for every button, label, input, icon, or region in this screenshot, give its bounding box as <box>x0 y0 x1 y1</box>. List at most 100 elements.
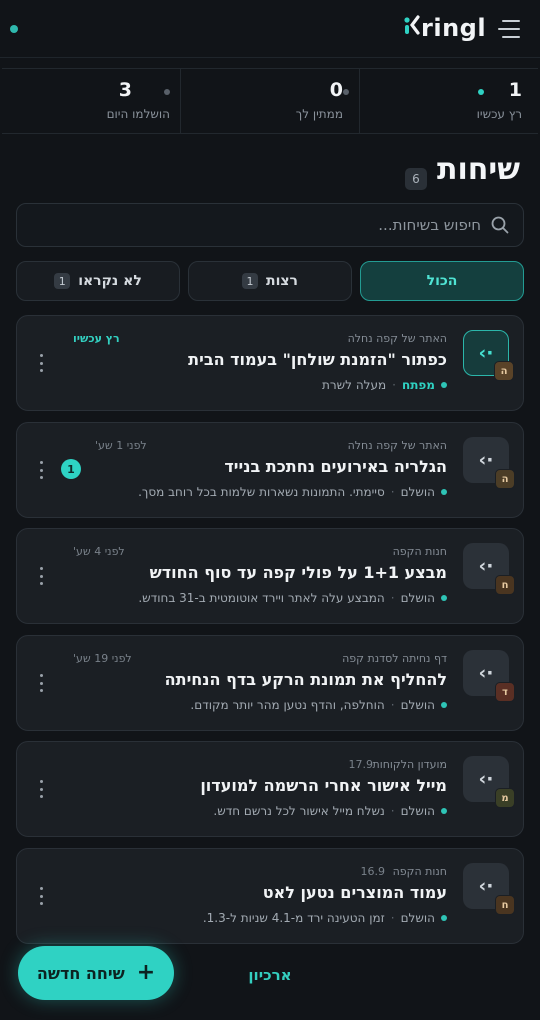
card-project: האתר של קפה נחלה <box>347 439 447 452</box>
card-time: לפני 19 שע' <box>73 652 132 665</box>
card-status: הושלם <box>400 911 435 925</box>
card-subtitle: הושלם · זמן הטעינה ירד מ-4.1 שניות ל-1.3… <box>203 911 447 925</box>
unread-count-badge: 1 <box>61 459 81 479</box>
conversation-card[interactable]: ‹· ח חנות הקפה 16.9 עמוד המוצרים נטען לא… <box>16 848 524 944</box>
status-dot <box>441 382 447 388</box>
card-time: לפני 4 שע' <box>73 545 125 558</box>
stat-completed[interactable]: 3 הושלמו היום <box>2 69 180 133</box>
hamburger-menu-icon[interactable] <box>498 20 520 38</box>
card-time: 17.9 <box>348 758 374 771</box>
tab-running-badge: 1 <box>242 273 259 289</box>
project-letter-badge: ה <box>494 361 514 381</box>
tab-running-label: רצות <box>266 273 298 289</box>
stat-running-dot <box>478 89 484 95</box>
agent-icon: ‹· <box>478 875 494 897</box>
more-options-icon[interactable] <box>37 780 45 798</box>
search-box <box>16 203 524 247</box>
tab-unread[interactable]: לא נקראו 1 <box>16 261 180 301</box>
search-icon <box>491 216 509 234</box>
stat-waiting-label: ממתין לך <box>295 107 343 121</box>
card-status: הושלם <box>400 804 435 818</box>
card-time: לפני 1 שע' <box>95 439 147 452</box>
card-project: חנות הקפה <box>392 865 447 878</box>
card-summary: זמן הטעינה ירד מ-4.1 שניות ל-1.3. <box>202 911 385 925</box>
tab-running[interactable]: רצות 1 <box>188 261 352 301</box>
top-bar: ringl <box>0 0 540 58</box>
agent-avatar: ‹· ח <box>463 543 515 595</box>
status-dot <box>441 595 447 601</box>
more-options-icon[interactable] <box>37 354 45 372</box>
card-time: רץ עכשיו <box>73 332 120 345</box>
card-summary: המבצע עלה לאתר ויירד אוטומטית ב-31 בחודש… <box>138 591 385 605</box>
card-title: עמוד המוצרים נטען לאט <box>262 883 447 902</box>
project-letter-badge: ה <box>495 469 515 489</box>
conversation-card[interactable]: ‹· מ מועדון הלקוחות 17.9 מייל אישור אחרי… <box>16 741 524 837</box>
card-subtitle: מפתח · מעלה לשרת <box>322 378 447 392</box>
separator: · <box>392 378 396 392</box>
tab-unread-label: לא נקראו <box>78 273 142 289</box>
card-title: כפתור "הזמנת שולחן" בעמוד הבית <box>188 350 447 369</box>
agent-icon: ‹· <box>478 342 494 364</box>
more-options-icon[interactable] <box>37 567 45 585</box>
stat-running-value: 1 <box>508 79 522 101</box>
search-input[interactable] <box>41 204 481 246</box>
separator: · <box>390 804 395 818</box>
conversation-card[interactable]: ‹· ה האתר של קפה נחלה לפני 1 שע' הגלריה … <box>16 422 524 518</box>
more-options-icon[interactable] <box>37 674 45 692</box>
separator: · <box>390 911 395 925</box>
conversation-count-badge: 6 <box>405 168 427 190</box>
logo-text: ringl <box>421 14 487 42</box>
status-dot <box>441 702 447 708</box>
separator: · <box>390 591 395 605</box>
project-letter-badge: ח <box>495 575 515 595</box>
app-logo[interactable]: ringl <box>404 10 486 46</box>
conversation-card[interactable]: ‹· ה האתר של קפה נחלה רץ עכשיו כפתור "הז… <box>16 315 524 411</box>
agent-avatar: ‹· ד <box>463 650 515 702</box>
card-project: מועדון הלקוחות <box>372 758 447 771</box>
card-summary: מעלה לשרת <box>322 378 387 392</box>
stat-waiting-dot <box>343 89 349 95</box>
more-options-icon[interactable] <box>37 887 45 905</box>
card-title: להחליף את תמונת הרקע בדף הנחיתה <box>164 670 447 689</box>
conversation-card[interactable]: ‹· ח חנות הקפה לפני 4 שע' מבצע 1+1 על פו… <box>16 528 524 624</box>
agent-icon: ‹· <box>478 555 494 577</box>
stat-running[interactable]: 1 רץ עכשיו <box>359 69 538 133</box>
card-subtitle: הושלם · סיימתי. התמונות נשארות שלמות בכל… <box>138 485 447 499</box>
card-status: הושלם <box>400 591 435 605</box>
card-summary: הוחלפה, והדף נטען מהר יותר מקודם. <box>190 698 385 712</box>
tab-all[interactable]: הכול <box>360 261 524 301</box>
more-options-icon[interactable] <box>37 461 45 479</box>
card-time: 16.9 <box>360 865 386 878</box>
agent-icon: ‹· <box>478 768 494 790</box>
agent-avatar: ‹· ה <box>463 330 514 381</box>
card-title: מבצע 1+1 על פולי קפה עד סוף החודש <box>149 563 447 582</box>
card-title: הגלריה באירועים נחתכת בנייד <box>224 457 447 476</box>
conversation-card[interactable]: ‹· ד דף נחיתה לסדנת קפה לפני 19 שע' להחל… <box>16 635 524 731</box>
card-project: חנות הקפה <box>392 545 447 558</box>
stat-waiting[interactable]: 0 ממתין לך <box>180 69 359 133</box>
card-project: דף נחיתה לסדנת קפה <box>342 652 447 665</box>
stats-bar: 1 רץ עכשיו 0 ממתין לך 3 הושלמו היום <box>2 68 538 134</box>
new-chat-button[interactable]: + שיחה חדשה <box>18 946 174 1000</box>
connection-status-dot <box>10 25 18 33</box>
archive-link[interactable]: ארכיון <box>232 966 308 984</box>
card-summary: נשלח מייל אישור לכל נרשם חדש. <box>213 804 385 818</box>
project-letter-badge: ח <box>495 895 515 915</box>
card-status: הושלם <box>400 698 435 712</box>
card-project: האתר של קפה נחלה <box>347 332 447 345</box>
plus-icon: + <box>136 960 156 985</box>
stat-completed-dot <box>164 89 170 95</box>
card-subtitle: הושלם · נשלח מייל אישור לכל נרשם חדש. <box>213 804 447 818</box>
card-summary: סיימתי. התמונות נשארות שלמות בכל רוחב מס… <box>138 485 385 499</box>
stat-completed-label: הושלמו היום <box>106 107 170 121</box>
project-letter-badge: מ <box>495 788 515 808</box>
logo-mark-svg <box>404 15 420 35</box>
filter-tabs: הכול רצות 1 לא נקראו 1 <box>16 261 524 301</box>
logo-mark-icon <box>404 13 420 43</box>
page-title: שיחות <box>437 152 520 187</box>
status-dot <box>441 808 447 814</box>
agent-avatar: ‹· מ <box>463 756 515 808</box>
stat-running-label: רץ עכשיו <box>476 107 522 121</box>
agent-avatar: ‹· ה <box>463 437 515 489</box>
tab-all-label: הכול <box>426 273 458 289</box>
